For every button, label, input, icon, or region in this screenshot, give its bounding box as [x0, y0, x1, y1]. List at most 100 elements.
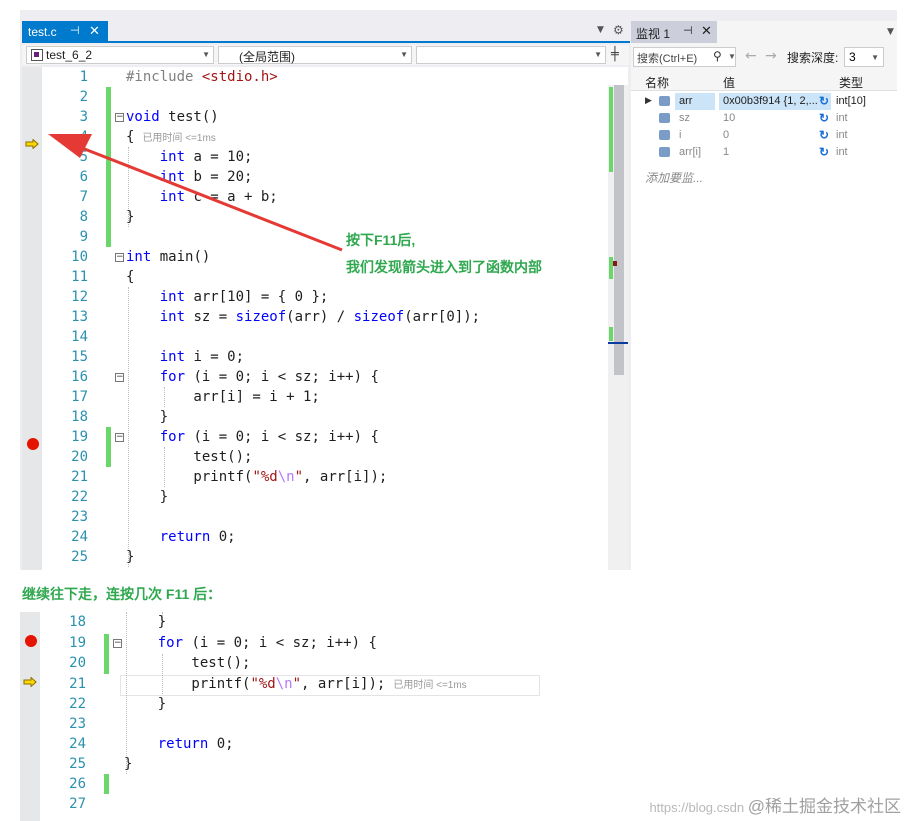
code-line[interactable]: 27 [20, 794, 540, 814]
watch-row[interactable]: sz 10 ↻ int [631, 110, 897, 127]
search-icon[interactable]: ⚲ [713, 49, 722, 63]
code-line[interactable]: 14 [22, 327, 622, 347]
code-text: int i = 0; [159, 349, 245, 365]
code-line[interactable]: 24 return 0; [22, 527, 622, 547]
column-type[interactable]: 类型 [839, 74, 863, 91]
tab-test-c[interactable]: test.c ⊣ ✕ [22, 21, 108, 43]
watch-header: 名称 值 类型 [631, 71, 897, 91]
collapse-icon[interactable]: − [115, 373, 124, 382]
variable-icon [659, 113, 670, 123]
line-number: 18 [71, 409, 88, 425]
code-line[interactable]: 21 printf("%d\n", arr[i]); 已用时间 <=1ms [20, 674, 540, 694]
project-combo[interactable]: test_6_2 ▼ [26, 46, 214, 64]
add-watch-item[interactable]: 添加要监... [645, 169, 703, 186]
scrollbar-thumb[interactable] [614, 85, 624, 375]
code-line[interactable]: 22 } [22, 487, 622, 507]
code-line[interactable]: 4 {已用时间 <=1ms [22, 127, 622, 147]
watch-row[interactable]: ▶ arr 0x00b3f914 {1, 2,... ↻ int[10] [631, 93, 897, 110]
code-line[interactable]: 3 − void test() [22, 107, 622, 127]
watch-row-value[interactable]: 10 [719, 110, 831, 127]
code-text: } [126, 489, 169, 505]
gear-icon[interactable]: ⚙ [613, 23, 624, 37]
collapse-icon[interactable]: − [115, 433, 124, 442]
code-line[interactable]: 17 arr[i] = i + 1; [22, 387, 622, 407]
watch-row[interactable]: arr[i] 1 ↻ int [631, 144, 897, 161]
close-icon[interactable]: ✕ [89, 23, 100, 39]
code-line[interactable]: 23 [20, 714, 540, 734]
code-line[interactable]: 22 } [20, 694, 540, 714]
search-depth-select[interactable]: 3 ▼ [844, 47, 884, 67]
collapse-icon[interactable]: − [115, 253, 124, 262]
collapse-icon[interactable]: − [113, 639, 122, 648]
code-line[interactable]: 19 − for (i = 0; i < sz; i++) { [22, 427, 622, 447]
code-line[interactable]: 20 test(); [22, 447, 622, 467]
window-dropdown-icon[interactable]: ▼ [887, 27, 894, 37]
watch-row-value[interactable]: 0x00b3f914 {1, 2,... [719, 93, 831, 110]
line-number: 17 [71, 389, 88, 405]
code-line[interactable]: 24 return 0; [20, 734, 540, 754]
search-back-icon[interactable]: ← [745, 48, 757, 64]
variable-icon [659, 130, 670, 140]
code-line[interactable]: 12 int arr[10] = { 0 }; [22, 287, 622, 307]
code-line[interactable]: 5 int a = 10; [22, 147, 622, 167]
refresh-icon[interactable]: ↻ [819, 111, 829, 125]
code-line[interactable]: 16 − for (i = 0; i < sz; i++) { [22, 367, 622, 387]
code-line[interactable]: 13 int sz = sizeof(arr) / sizeof(arr[0])… [22, 307, 622, 327]
pin-icon[interactable]: ⊣ [70, 24, 80, 37]
code-text: int arr[10] = { 0 }; [159, 289, 329, 305]
scope-combo[interactable]: (全局范围) ▼ [218, 46, 412, 64]
watch-search-input[interactable]: 搜索(Ctrl+E) ⚲ ▼ [633, 47, 736, 67]
code-line[interactable]: 7 int c = a + b; [22, 187, 622, 207]
change-mark [609, 327, 613, 341]
watch-row-type: int [836, 112, 848, 124]
scope-combo-value: (全局范围) [239, 50, 295, 64]
code-text: printf("%d\n", arr[i]); [126, 469, 388, 485]
code-line[interactable]: 2 [22, 87, 622, 107]
code-line[interactable]: 20 test(); [20, 653, 540, 673]
split-window-icon[interactable]: ╪ [611, 47, 619, 62]
code-line[interactable]: 21 printf("%d\n", arr[i]); [22, 467, 622, 487]
column-value[interactable]: 值 [723, 74, 735, 91]
refresh-icon[interactable]: ↻ [819, 145, 829, 159]
watch-row[interactable]: i 0 ↻ int [631, 127, 897, 144]
code-line[interactable]: 6 int b = 20; [22, 167, 622, 187]
code-line[interactable]: 9 [22, 227, 622, 247]
code-line[interactable]: 23 [22, 507, 622, 527]
code-text: } [126, 409, 169, 425]
line-number: 11 [71, 269, 88, 285]
code-text: int a = 10; [159, 149, 253, 165]
vertical-scrollbar[interactable] [608, 85, 628, 570]
code-line[interactable]: 19 − for (i = 0; i < sz; i++) { [20, 633, 540, 653]
project-combo-value: test_6_2 [46, 48, 93, 62]
code-line[interactable]: 25} [20, 754, 540, 774]
refresh-icon[interactable]: ↻ [819, 94, 829, 108]
code-line[interactable]: 18 } [22, 407, 622, 427]
code-line[interactable]: 26 [20, 774, 540, 794]
code-line[interactable]: 1 #include <stdio.h> [22, 67, 622, 87]
code-line[interactable]: 25} [22, 547, 622, 567]
watermark-url: https://blog.csdn [649, 800, 745, 815]
code-snippet[interactable]: 18 } 19 − for (i = 0; i < sz; i++) { 20 t… [20, 612, 540, 821]
line-number: 1 [79, 69, 88, 85]
expand-icon[interactable]: ▶ [645, 95, 652, 106]
code-text: return 0; [159, 529, 236, 545]
search-forward-icon[interactable]: → [765, 48, 777, 64]
watch-row-value[interactable]: 1 [719, 144, 831, 161]
refresh-icon[interactable]: ↻ [819, 128, 829, 142]
watch-row-value[interactable]: 0 [719, 127, 831, 144]
code-line[interactable]: 18 } [20, 612, 540, 632]
column-name[interactable]: 名称 [645, 74, 669, 91]
code-line[interactable]: 8} [22, 207, 622, 227]
code-line[interactable]: 15 int i = 0; [22, 347, 622, 367]
close-icon[interactable]: ✕ [701, 23, 712, 39]
tab-watch-1[interactable]: 监视 1 ⊣ ✕ [631, 21, 717, 43]
chevron-down-icon[interactable]: ▼ [728, 52, 736, 61]
member-combo[interactable]: ▼ [416, 46, 606, 64]
watch-row-type: int [836, 129, 848, 141]
code-text: int b = 20; [159, 169, 253, 185]
tab-dropdown-icon[interactable]: ▼ [597, 25, 604, 35]
code-editor[interactable]: 1 #include <stdio.h> 2 3− void test() 4{已用… [22, 67, 628, 570]
collapse-icon[interactable]: − [115, 113, 124, 122]
search-depth-value: 3 [849, 50, 856, 64]
pin-icon[interactable]: ⊣ [683, 24, 693, 37]
